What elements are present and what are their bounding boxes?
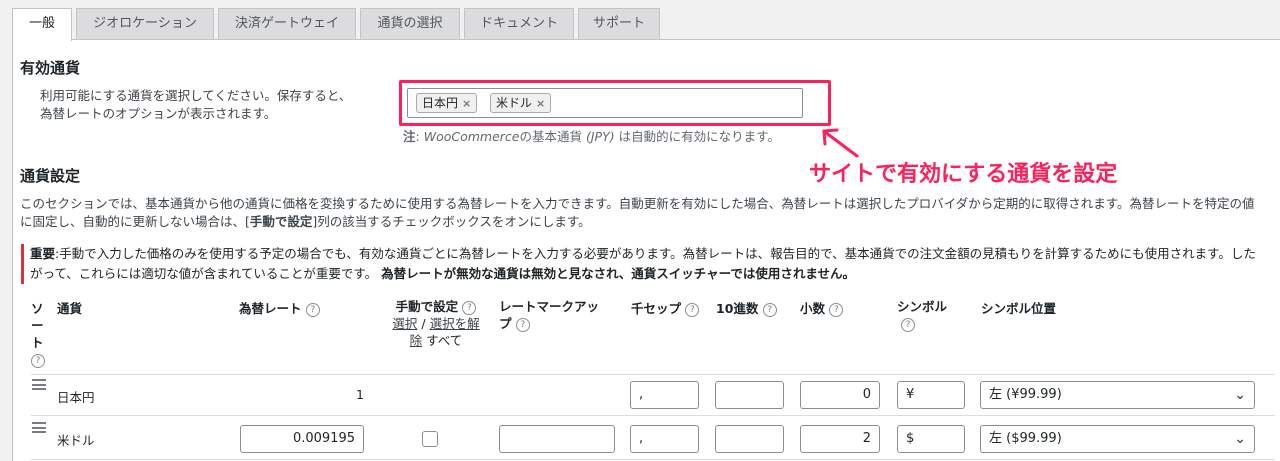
note-text: (JPY) [585,129,615,144]
description-bold: 手動で設定 [249,214,313,229]
note-text: WooCommerce [423,129,520,144]
currency-settings-heading: 通貨設定 [20,167,81,185]
tab-support[interactable]: サポート [578,8,660,40]
help-icon[interactable]: ? [31,354,45,368]
column-header-manual: 手動で設定 ? 選択 / 選択を解 除 すべて [391,298,481,349]
help-icon[interactable]: ? [515,318,530,332]
column-header-decimals: 小数 ? [800,298,844,317]
decimals-input[interactable]: 0 [800,381,880,409]
symbol-position-select[interactable]: 左 ($99.99) ⌄ [980,425,1255,453]
notice-line: 重要:手動で入力した価格のみを使用する予定の場合でも、有効な通貨ごとに為替レート… [30,244,1277,264]
drag-handle-icon[interactable] [32,422,46,433]
header-label: 小数 [800,301,826,316]
selected-value: 左 (¥99.99) [989,387,1062,402]
exchange-rate-input[interactable]: 0.009195 [240,425,364,453]
deselect-all-link[interactable]: 選択を解 [430,316,480,331]
notice-label: 重要 [30,246,56,261]
help-icon[interactable]: ? [829,303,844,317]
header-label: シンボル [897,299,948,314]
tab-geolocation[interactable]: ジオロケーション [76,8,214,40]
important-notice: 重要:手動で入力した価格のみを使用する予定の場合でも、有効な通貨ごとに為替レート… [21,244,1277,284]
column-header-thousand-sep: 千セップ ? [631,298,700,317]
note-text: の基本通貨 [519,129,586,144]
manual-rate-checkbox[interactable] [422,431,438,447]
notice-text: がって、これらには適切な値が含まれていることが重要です。 [30,266,378,281]
description-line: 利用可能にする通貨を選択してください。保存すると、 [40,88,352,103]
column-header-decimal-sep: 10進数 ? [716,298,777,317]
select-links: 除 すべて [391,332,481,349]
settings-panel: 有効通貨 利用可能にする通貨を選択してください。保存すると、 為替レートのオプシ… [12,39,1280,461]
notice-text: :手動で入力した価格のみを使用する予定の場合でも、有効な通貨ごとに為替レートを入… [55,246,1256,261]
column-header-symbol-position: シンボル位置 [981,301,1057,316]
decimal-separator-input[interactable] [715,425,784,453]
currency-settings-description: このセクションでは、基本通貨から他の通貨に価格を変換するために使用する為替レート… [20,195,1275,231]
column-header-rate: 為替レート ? [239,298,320,317]
header-label: 手動で設定 ? [391,298,481,315]
chevron-down-icon: ⌄ [1234,387,1246,403]
currency-name: 米ドル [57,433,95,448]
description-line: このセクションでは、基本通貨から他の通貨に価格を変換するために使用する為替レート… [20,196,1255,211]
annotation-callout: サイトで有効にする通貨を設定 [809,162,1118,187]
select-all-link[interactable]: 選択 [392,316,417,331]
decimals-input[interactable]: 2 [800,425,880,453]
header-label: ソート [31,301,44,350]
notice-bold: 為替レートが無効な通貨は無効と見なされ、通貨スイッチャーでは使用されません。 [381,266,856,281]
symbol-input[interactable]: $ [897,425,965,453]
symbol-position-select[interactable]: 左 (¥99.99) ⌄ [980,381,1255,409]
enabled-currencies-description: 利用可能にする通貨を選択してください。保存すると、 為替レートのオプションが表示… [40,87,351,123]
tab-currency-selection[interactable]: 通貨の選択 [360,8,460,40]
description-line: に固定し、自動的に更新しない場合は、[手動で設定]列の該当するチェックボックスを… [20,213,1275,231]
annotation-highlight-box [399,80,831,126]
help-icon[interactable]: ? [762,303,777,317]
header-label-text: 手動で設定 [395,299,459,314]
help-icon[interactable]: ? [462,301,477,315]
header-label: 千セップ [631,301,682,316]
row-divider [31,459,1275,460]
deselect-all-link[interactable]: 除 [410,333,423,348]
currency-name: 日本円 [57,390,95,405]
column-header-markup: レートマークアップ ? [499,298,611,332]
column-header-currency: 通貨 [57,301,83,316]
note-text: : [415,129,424,144]
description-line: 為替レートのオプションが表示されます。 [40,106,277,121]
tab-payment-gateways[interactable]: 決済ゲートウェイ [218,8,356,40]
note-text: は自動的に有効になります。 [614,129,780,144]
help-icon[interactable]: ? [685,303,700,317]
tab-documentation[interactable]: ドキュメント [464,8,574,40]
thousand-separator-input[interactable]: , [630,381,699,409]
base-currency-note: 注: WooCommerceの基本通貨 (JPY) は自動的に有効になります。 [403,126,780,145]
header-label: 10進数 [716,301,759,316]
selected-value: 左 ($99.99) [989,431,1062,446]
note-label: 注 [403,129,416,144]
description-text: ]列の該当するチェックボックスをオンにします。 [312,214,591,229]
header-divider [31,374,1275,375]
help-icon[interactable]: ? [305,303,320,317]
notice-line: がって、これらには適切な値が含まれていることが重要です。 為替レートが無効な通貨… [30,264,1277,284]
header-label: 為替レート [239,301,302,316]
description-text: に固定し、自動的に更新しない場合は、[ [20,214,250,229]
separator: / [421,316,426,331]
symbol-input[interactable]: ¥ [897,381,965,409]
all-label: すべて [426,333,463,348]
rate-value: 1 [356,387,364,402]
tab-general[interactable]: 一般 [12,8,72,41]
thousand-separator-input[interactable]: , [630,425,699,453]
row-divider [31,415,1275,416]
drag-handle-icon[interactable] [32,379,46,390]
header-label: レートマークアップ [499,299,600,331]
chevron-down-icon: ⌄ [1234,431,1246,447]
enabled-currencies-heading: 有効通貨 [20,59,81,77]
help-icon[interactable]: ? [901,318,915,332]
select-links: 選択 / 選択を解 [391,315,481,332]
rate-markup-input[interactable] [499,425,615,453]
decimal-separator-input[interactable] [715,381,784,409]
column-header-symbol: シンボル ? [897,298,947,332]
column-header-sort: ソート ? [31,300,45,368]
